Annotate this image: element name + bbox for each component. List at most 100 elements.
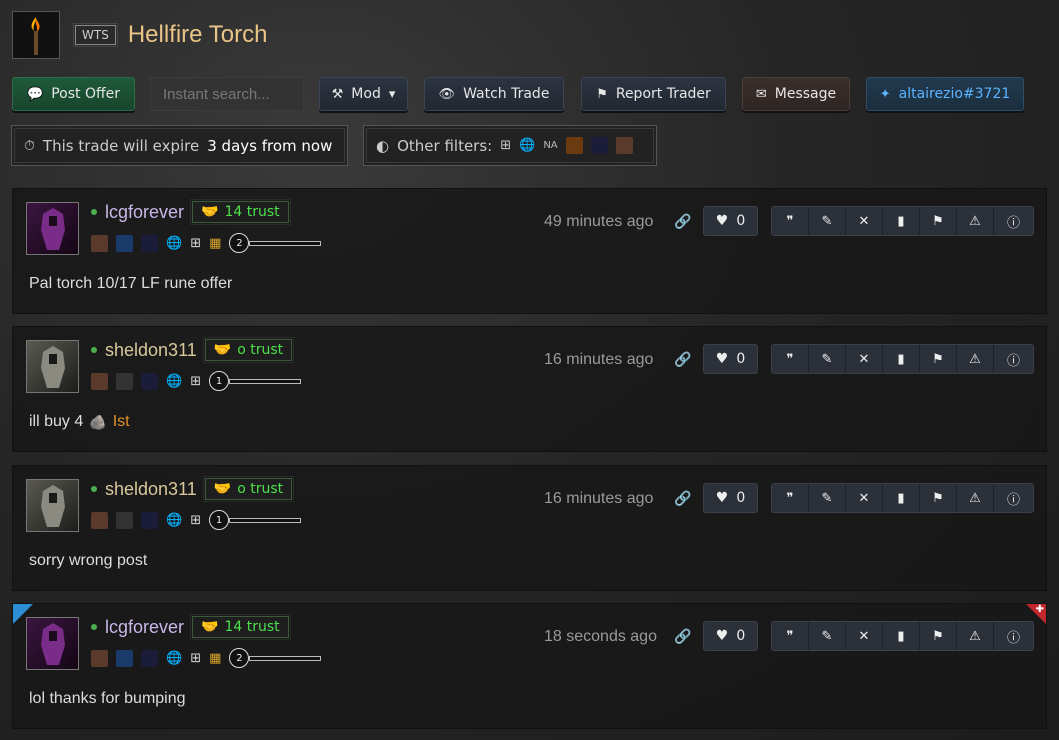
quote-icon[interactable]: ❞ (772, 484, 809, 512)
level-indicator: 2 (229, 648, 322, 668)
handshake-icon: 🤝 (201, 619, 219, 635)
avatar (26, 340, 79, 393)
user-badges: 🌐 ⊞ 1 (91, 371, 302, 391)
toggle-icon: ◐ (376, 136, 390, 155)
class-paladin-icon (91, 372, 108, 390)
close-icon[interactable]: ✕ (846, 484, 883, 512)
expansion-icon (590, 137, 608, 154)
avatar (26, 202, 79, 255)
post-actions: ❞ ✎ ✕ ▮ ⚑ ⚠ ⓘ (771, 344, 1034, 374)
trade-post: sheldon311 🤝 o trust 🌐 ⊞ 1 ill buy 4 🪨 Is… (12, 326, 1047, 452)
warning-icon[interactable]: ⚠ (957, 484, 994, 512)
quote-icon[interactable]: ❞ (772, 622, 809, 650)
warning-icon[interactable]: ⚠ (957, 622, 994, 650)
bookmark-icon[interactable]: ▮ (883, 345, 920, 373)
user-badges: 🌐 ⊞ ▦ 2 (91, 648, 322, 668)
close-icon[interactable]: ✕ (846, 207, 883, 235)
trust-badge[interactable]: 🤝 o trust (202, 476, 295, 502)
like-button[interactable]: ♥ 0 (703, 206, 758, 236)
user-badges: 🌐 ⊞ 1 (91, 510, 302, 530)
eye-icon: 👁 (438, 86, 456, 102)
windows-icon: ⊞ (190, 373, 202, 389)
post-actions: ❞ ✎ ✕ ▮ ⚑ ⚠ ⓘ (771, 206, 1034, 236)
heart-icon: ♥ (715, 213, 729, 229)
handshake-icon: 🤝 (201, 204, 219, 220)
expiry-bar: ⏱ This trade will expire 3 days from now (11, 125, 348, 166)
info-icon[interactable]: ⓘ (994, 345, 1033, 373)
trust-badge[interactable]: 🤝 14 trust (190, 614, 291, 640)
envelope-icon: ✉ (755, 86, 767, 102)
trust-badge[interactable]: 🤝 o trust (202, 337, 295, 363)
edit-icon[interactable]: ✎ (809, 622, 846, 650)
message-button[interactable]: ✉ Message (742, 77, 850, 111)
like-button[interactable]: ♥ 0 (703, 344, 758, 374)
globe-icon: 🌐 (166, 512, 183, 528)
flag-icon[interactable]: ⚑ (920, 622, 957, 650)
quote-icon[interactable]: ❞ (772, 207, 809, 235)
trade-post: lcgforever 🤝 14 trust 🌐 ⊞ ▦ 2 Pal torch 1… (12, 188, 1047, 314)
close-icon[interactable]: ✕ (846, 345, 883, 373)
expansion-icon (141, 511, 158, 529)
quote-icon[interactable]: ❞ (772, 345, 809, 373)
trust-badge[interactable]: 🤝 14 trust (190, 199, 291, 225)
windows-icon: ⊞ (190, 235, 202, 251)
online-status-icon (91, 347, 97, 353)
contact-button[interactable]: ✦ altairezio#3721 (866, 77, 1024, 111)
windows-icon: ⊞ (190, 650, 202, 666)
close-icon[interactable]: ✕ (846, 622, 883, 650)
post-offer-button[interactable]: 💬 Post Offer (12, 77, 135, 111)
class-paladin-icon (91, 511, 108, 529)
windows-icon: ⊞ (500, 138, 512, 153)
globe-icon: 🌐 (166, 235, 183, 251)
edit-icon[interactable]: ✎ (809, 345, 846, 373)
link-icon[interactable]: 🔗 (674, 352, 691, 368)
class-paladin-icon (615, 137, 633, 154)
flag-icon[interactable]: ⚑ (920, 207, 957, 235)
username-link[interactable]: lcgforever (105, 617, 184, 638)
filters-bar: ◐ Other filters: ⊞ 🌐 NA (363, 125, 657, 166)
rune-link[interactable]: Ist (113, 413, 130, 431)
warning-icon[interactable]: ⚠ (957, 207, 994, 235)
edit-icon[interactable]: ✎ (809, 484, 846, 512)
user-badges: 🌐 ⊞ ▦ 2 (91, 233, 322, 253)
username-link[interactable]: sheldon311 (105, 479, 197, 500)
link-icon[interactable]: 🔗 (674, 214, 691, 230)
edit-icon[interactable]: ✎ (809, 207, 846, 235)
post-timestamp: 16 minutes ago (544, 351, 654, 368)
post-message: ill buy 4 🪨 Ist (29, 413, 130, 431)
username-link[interactable]: sheldon311 (105, 340, 197, 361)
mod-dropdown-button[interactable]: ⚒ Mod ▾ (319, 77, 408, 111)
info-icon[interactable]: ⓘ (994, 484, 1033, 512)
report-trader-button[interactable]: ⚑ Report Trader (581, 77, 726, 111)
flag-icon[interactable]: ⚑ (920, 484, 957, 512)
stopwatch-icon: ⏱ (24, 137, 35, 154)
bookmark-icon[interactable]: ▮ (883, 622, 920, 650)
warning-icon[interactable]: ⚠ (957, 345, 994, 373)
class-paladin-icon (91, 234, 108, 252)
post-message: lol thanks for bumping (29, 690, 186, 707)
wts-badge: WTS (73, 23, 118, 47)
info-icon[interactable]: ⓘ (994, 207, 1033, 235)
trade-post: ✚ lcgforever 🤝 14 trust 🌐 ⊞ ▦ 2 lol thank… (12, 603, 1047, 729)
like-button[interactable]: ♥ 0 (703, 483, 758, 513)
link-icon[interactable]: 🔗 (674, 629, 691, 645)
level-indicator: 1 (209, 510, 302, 530)
post-timestamp: 18 seconds ago (544, 628, 657, 645)
expansion-icon (141, 649, 158, 667)
caret-down-icon: ▾ (388, 86, 396, 102)
bookmark-icon[interactable]: ▮ (883, 207, 920, 235)
torch-icon (12, 11, 60, 59)
search-input[interactable] (150, 77, 304, 111)
bookmark-icon[interactable]: ▮ (883, 484, 920, 512)
info-icon[interactable]: ⓘ (994, 622, 1033, 650)
flag-icon: ⚑ (596, 86, 608, 102)
avatar (26, 479, 79, 532)
online-status-icon (91, 209, 97, 215)
flag-icon[interactable]: ⚑ (920, 345, 957, 373)
link-icon[interactable]: 🔗 (674, 491, 691, 507)
windows-icon: ⊞ (190, 512, 202, 528)
gold-coins-icon: ▦ (209, 650, 222, 666)
username-link[interactable]: lcgforever (105, 202, 184, 223)
watch-trade-button[interactable]: 👁 Watch Trade (424, 77, 564, 111)
like-button[interactable]: ♥ 0 (703, 621, 758, 651)
